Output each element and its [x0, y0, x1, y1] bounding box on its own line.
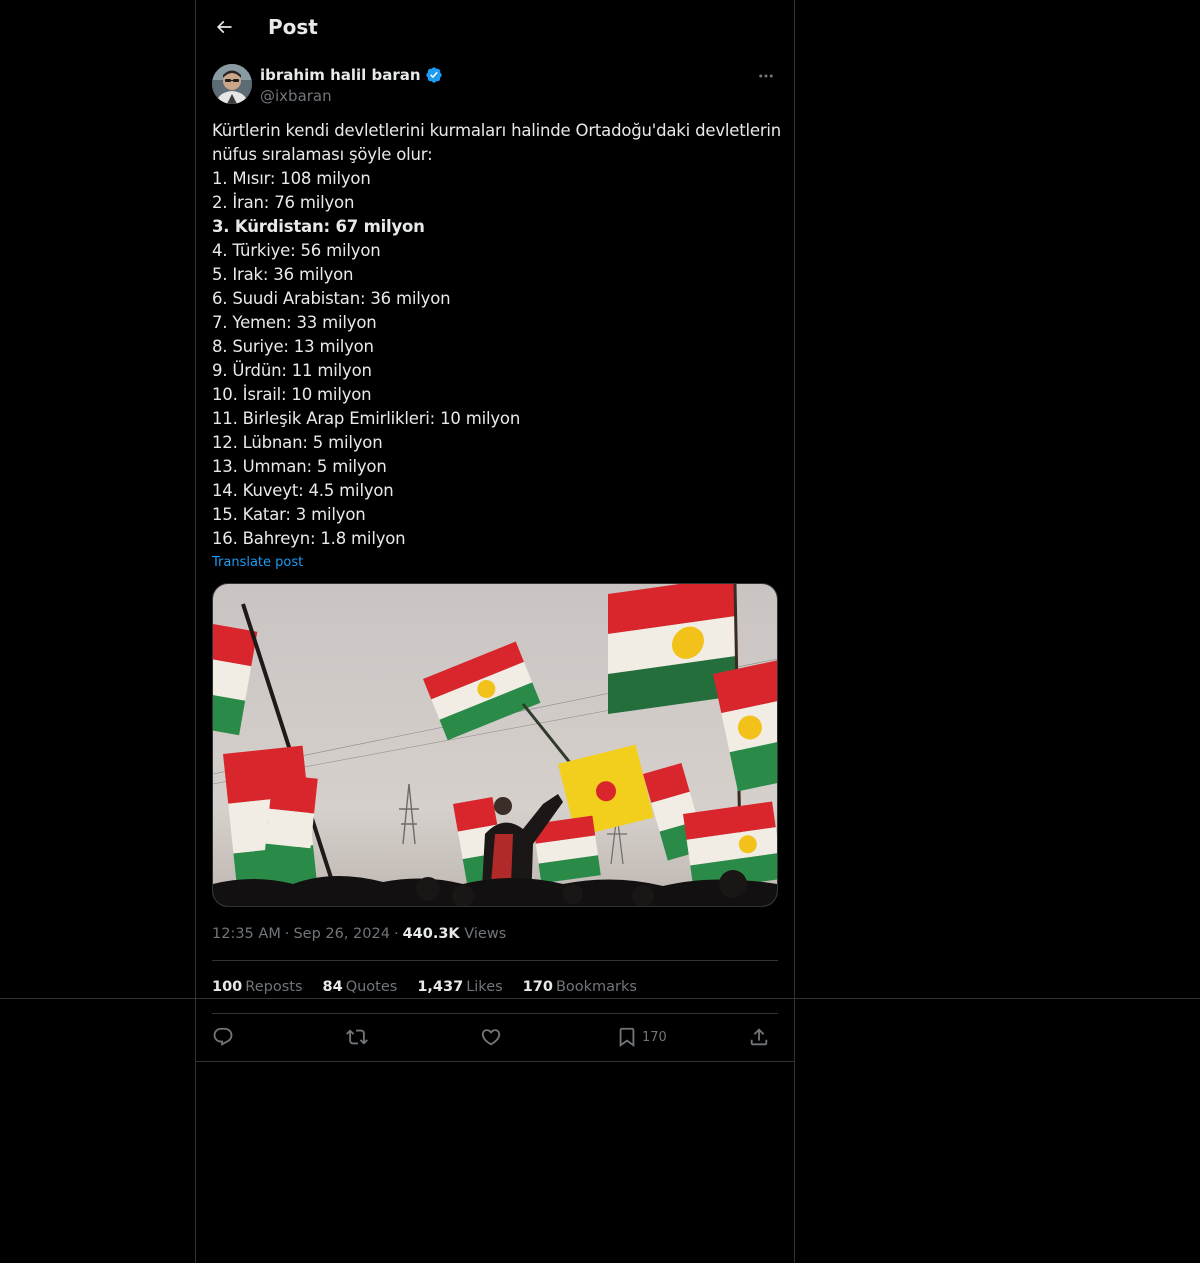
post-text-line: 6. Suudi Arabistan: 36 milyon: [212, 289, 451, 308]
verified-badge-icon: [425, 67, 442, 83]
share-button[interactable]: [748, 1024, 770, 1050]
quotes-stat[interactable]: 84 Quotes: [323, 977, 398, 997]
post-text-line: 14. Kuveyt: 4.5 milyon: [212, 481, 394, 500]
kurdish-flags-photo: [213, 584, 777, 906]
views-count: 440.3K: [402, 926, 460, 942]
post-author: ibrahim halil baran @ixbaran: [212, 64, 778, 108]
post-text: Kürtlerin kendi devletlerini kurmaları h…: [212, 119, 782, 551]
arrow-left-icon: [216, 20, 232, 34]
repost-icon: [346, 1029, 368, 1045]
post-text-line: 15. Katar: 3 milyon: [212, 505, 366, 524]
post-text-line: 11. Birleşik Arap Emirlikleri: 10 milyon: [212, 409, 521, 428]
more-horizontal-icon: [759, 74, 773, 78]
quotes-label: Quotes: [345, 979, 398, 995]
post-date[interactable]: Sep 26, 2024: [293, 926, 390, 942]
post-text-line: 10. İsrail: 10 milyon: [212, 385, 372, 404]
page-title: Post: [268, 15, 318, 39]
post-image[interactable]: [212, 583, 778, 907]
bookmarks-count: 170: [522, 979, 553, 995]
post-text-line: 1. Mısır: 108 milyon: [212, 169, 371, 188]
translate-post-link[interactable]: Translate post: [212, 554, 303, 572]
author-handle[interactable]: @ixbaran: [260, 86, 332, 106]
reposts-count: 100: [212, 979, 243, 995]
reposts-stat[interactable]: 100 Reposts: [212, 977, 303, 997]
bookmarks-label: Bookmarks: [555, 979, 637, 995]
engagement-stats: 100 Reposts 84 Quotes 1,437 Likes 170 Bookma…: [212, 977, 657, 997]
bookmark-button[interactable]: 170: [616, 1024, 667, 1050]
reply-icon: [213, 1027, 233, 1046]
like-button[interactable]: [480, 1024, 502, 1050]
display-name-text: ibrahim halil baran: [260, 66, 421, 84]
heart-icon: [481, 1029, 501, 1046]
divider: [196, 1061, 794, 1062]
post-text-line: 16. Bahreyn: 1.8 milyon: [212, 529, 406, 548]
horizontal-rule: [0, 998, 1200, 999]
bookmark-count: 170: [642, 1029, 667, 1045]
separator: ·: [393, 926, 399, 942]
avatar-image: [212, 64, 252, 104]
main-column: Post ibrahim halil baran @ixbaran Kürtle…: [195, 0, 795, 1263]
post-text-line: 8. Suriye: 13 milyon: [212, 337, 374, 356]
post-text-line: 12. Lübnan: 5 milyon: [212, 433, 383, 452]
reply-button[interactable]: [212, 1024, 234, 1050]
divider: [212, 960, 778, 961]
more-options-button[interactable]: [754, 64, 778, 88]
post-metadata: 12:35 AM · Sep 26, 2024 · 440.3K Views: [212, 924, 506, 944]
bookmark-icon: [619, 1027, 635, 1048]
bookmarks-stat[interactable]: 170 Bookmarks: [523, 977, 637, 997]
reposts-label: Reposts: [245, 979, 303, 995]
post-text-line: 13. Umman: 5 milyon: [212, 457, 387, 476]
share-icon: [750, 1028, 768, 1046]
separator: ·: [284, 926, 290, 942]
post-text-line: 9. Ürdün: 11 milyon: [212, 361, 372, 380]
post-text-line: Kürtlerin kendi devletlerini kurmaları h…: [212, 121, 782, 140]
post-text-line: 2. İran: 76 milyon: [212, 193, 355, 212]
likes-count: 1,437: [417, 979, 464, 995]
views-label: Views: [464, 926, 507, 942]
post-time[interactable]: 12:35 AM: [212, 926, 281, 942]
repost-button[interactable]: [346, 1024, 368, 1050]
post-text-line: 3. Kürdistan: 67 milyon: [212, 217, 425, 236]
post-text-line: 5. Irak: 36 milyon: [212, 265, 354, 284]
divider: [212, 1013, 778, 1014]
likes-stat[interactable]: 1,437 Likes: [417, 977, 502, 997]
post-text-line: nüfus sıralaması şöyle olur:: [212, 145, 433, 164]
post-text-line: 7. Yemen: 33 milyon: [212, 313, 377, 332]
display-name[interactable]: ibrahim halil baran: [260, 65, 443, 85]
action-bar: 170: [212, 1024, 778, 1050]
quotes-count: 84: [322, 979, 343, 995]
back-button[interactable]: [210, 13, 238, 41]
post-header: Post: [196, 0, 794, 54]
avatar[interactable]: [212, 64, 252, 104]
post-text-line: 4. Türkiye: 56 milyon: [212, 241, 381, 260]
likes-label: Likes: [466, 979, 503, 995]
